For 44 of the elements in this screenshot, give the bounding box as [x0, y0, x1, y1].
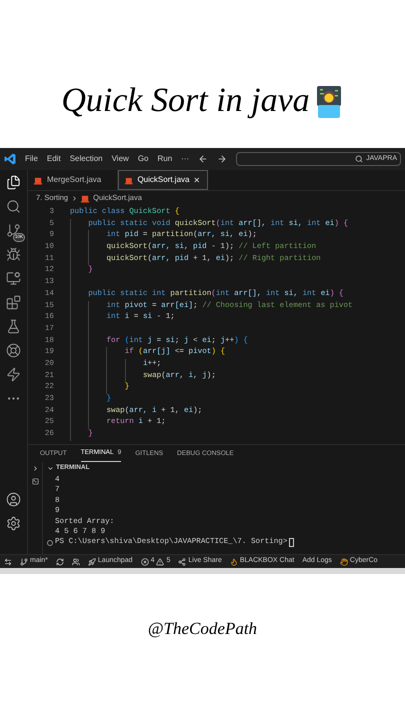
menu-item[interactable]: View	[112, 153, 129, 165]
menu-item[interactable]: Edit	[46, 153, 61, 165]
bug-icon[interactable]	[6, 247, 21, 262]
menu-item[interactable]: File	[25, 153, 38, 165]
settings-icon[interactable]	[6, 516, 21, 531]
rocket-icon	[88, 558, 96, 566]
search-icon	[355, 155, 364, 163]
branch-icon[interactable]	[6, 223, 21, 238]
menu-item[interactable]: Go	[138, 153, 148, 165]
people-icon[interactable]	[72, 558, 80, 566]
menu-item[interactable]: Run	[157, 153, 172, 165]
author-handle: @TheCodePath	[148, 618, 258, 640]
menu-item[interactable]: ···	[181, 153, 190, 165]
monitor-icon[interactable]	[6, 271, 21, 286]
back-icon[interactable]	[198, 154, 208, 164]
sync-icon[interactable]	[56, 558, 64, 566]
share-icon	[178, 558, 186, 566]
cursor	[289, 538, 294, 548]
files-icon[interactable]	[6, 175, 21, 190]
hand-icon	[340, 558, 348, 566]
wheel-icon[interactable]	[6, 343, 21, 358]
close-icon[interactable]	[193, 176, 201, 184]
error-icon	[140, 558, 149, 566]
blocks-icon[interactable]	[6, 295, 21, 310]
terminal-icon[interactable]	[32, 478, 38, 485]
chevron-icon	[71, 194, 78, 202]
warning-icon	[156, 558, 164, 566]
java-file-icon	[34, 176, 43, 184]
flame-icon	[230, 558, 238, 566]
chevron-icon[interactable]	[32, 465, 38, 472]
java-file-icon	[125, 176, 134, 184]
editor-logo-icon	[4, 153, 16, 165]
forward-icon[interactable]	[217, 154, 228, 164]
search-icon[interactable]	[6, 199, 21, 214]
account-icon[interactable]	[6, 492, 21, 507]
remote-icon[interactable]	[4, 558, 12, 566]
branch-icon	[20, 558, 28, 566]
menu-item[interactable]: Selection	[70, 153, 103, 165]
chevron-icon[interactable]	[47, 464, 54, 472]
java-file-icon	[81, 194, 90, 202]
flask-icon[interactable]	[6, 319, 21, 334]
editor-tab[interactable]: QuickSort.java	[118, 170, 208, 190]
post-title: Quick Sort in java	[61, 84, 310, 118]
lightning-icon[interactable]	[6, 367, 21, 382]
